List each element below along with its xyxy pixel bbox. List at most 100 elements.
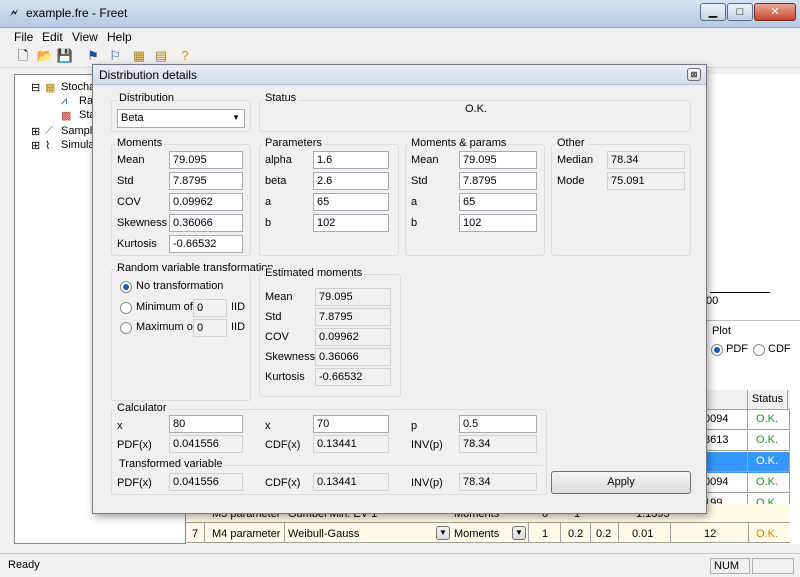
mp-row-label: Std: [411, 175, 428, 187]
title-bar: 🗲 example.fre - Freet ▁ □ ✕: [0, 0, 800, 28]
plot-axis-tick: 00: [706, 295, 719, 307]
params-row-label: a: [265, 196, 272, 208]
moments-row-value[interactable]: [169, 235, 243, 253]
row-number: 7: [192, 528, 199, 540]
tree-item-stochastic[interactable]: Stocha: [61, 81, 95, 93]
other-row-value: 75.091: [607, 172, 685, 190]
table-row[interactable]: 0094 O.K.: [704, 410, 790, 431]
params-row-label: beta: [265, 175, 287, 187]
maximize-button[interactable]: □: [727, 3, 753, 21]
row-name: M4 parameter: [212, 528, 281, 540]
mp-row-value[interactable]: [459, 151, 537, 169]
tree-item-simulation[interactable]: Simula: [61, 139, 95, 151]
calc-x2-input[interactable]: [313, 415, 389, 433]
cdf-radio[interactable]: [753, 344, 765, 356]
dialog-close-button[interactable]: ⊠: [687, 68, 701, 81]
row-value: 0094: [704, 410, 748, 430]
maximum-of-radio[interactable]: [120, 322, 132, 334]
t-inv-label: INV(p): [411, 477, 443, 489]
save-icon[interactable]: 💾: [56, 47, 74, 65]
pdf-radio[interactable]: [711, 344, 723, 356]
minimize-button[interactable]: ▁: [700, 3, 726, 21]
tree-expand-icon[interactable]: ⊟: [31, 81, 40, 94]
moments-row-label: Std: [117, 175, 134, 187]
distribution-select[interactable]: Beta ▼: [117, 109, 245, 128]
distribution-dropdown-icon[interactable]: ▼: [436, 526, 450, 540]
other-row-label: Median: [557, 154, 594, 166]
distribution-label: Distribution: [117, 92, 177, 104]
table-row[interactable]: 0094 O.K.: [704, 473, 790, 494]
col-divider: [204, 523, 205, 543]
calc-x-label: x: [117, 420, 123, 432]
calc-p-input[interactable]: [459, 415, 537, 433]
status-value: O.K.: [465, 103, 488, 115]
est-row-value: 79.095: [315, 288, 391, 306]
moments-row-value[interactable]: [169, 151, 243, 169]
menu-file[interactable]: File: [14, 30, 33, 44]
table-row[interactable]: 8613 O.K.: [704, 431, 790, 452]
est-row-label: Mean: [265, 291, 293, 303]
t-cdf-label: CDF(x): [265, 477, 301, 489]
separator: [217, 465, 543, 466]
moments-row-value[interactable]: [169, 193, 243, 211]
tree-expand-icon[interactable]: ⊞: [31, 125, 40, 138]
mp-row-label: a: [411, 196, 418, 208]
menu-view[interactable]: View: [72, 30, 98, 44]
moments-row-label: Kurtosis: [117, 238, 157, 250]
mp-row-value[interactable]: [459, 214, 537, 232]
table-row[interactable]: 7 M4 parameter Weibull-Gauss ▼ Moments ▼…: [186, 522, 790, 543]
help-icon[interactable]: ?: [176, 47, 194, 65]
minimum-of-radio[interactable]: [120, 302, 132, 314]
params-row-value[interactable]: [313, 214, 389, 232]
statistics-chart-icon[interactable]: ▤: [152, 47, 170, 65]
row-c4: 0.01: [632, 528, 654, 540]
menu-edit[interactable]: Edit: [42, 30, 63, 44]
random-variable-icon[interactable]: ⚑: [84, 47, 102, 65]
chevron-down-icon: ▼: [232, 113, 240, 122]
t-pdf-label: PDF(x): [117, 477, 152, 489]
row-c3: 0.2: [596, 528, 612, 540]
mp-row-value[interactable]: [459, 172, 537, 190]
col-divider: [590, 523, 591, 543]
params-row-value[interactable]: [313, 172, 389, 190]
moments-row-value[interactable]: [169, 214, 243, 232]
tree-item-random-variables[interactable]: Ra: [79, 95, 93, 107]
open-folder-icon[interactable]: 📂: [36, 47, 54, 65]
menu-help[interactable]: Help: [107, 30, 132, 44]
sampling-icon[interactable]: ⚐: [106, 47, 124, 65]
params-row-value[interactable]: [313, 193, 389, 211]
method-dropdown-icon[interactable]: ▼: [512, 526, 526, 540]
col-divider: [528, 523, 529, 543]
tree-item-sampling[interactable]: Sampli: [61, 125, 95, 137]
maximum-of-count-field[interactable]: 0: [193, 319, 227, 337]
moments-row-label: Mean: [117, 154, 145, 166]
close-button[interactable]: ✕: [754, 3, 796, 21]
status-text: Ready: [8, 559, 40, 571]
status-bar: Ready NUM: [0, 553, 800, 577]
stochastic-icon: ▦: [45, 82, 56, 94]
simulation-chart-icon[interactable]: ▦: [130, 47, 148, 65]
table-row[interactable]: O.K.: [704, 452, 790, 473]
mp-row-value[interactable]: [459, 193, 537, 211]
calc-x-input[interactable]: [169, 415, 243, 433]
minimum-of-count-field[interactable]: 0: [193, 299, 227, 317]
num-lock-indicator: NUM: [710, 558, 750, 574]
tree-expand-icon[interactable]: ⊞: [31, 139, 40, 152]
est-row-label: Std: [265, 311, 282, 323]
grid-header-value: [704, 390, 748, 410]
est-row-label: Kurtosis: [265, 371, 305, 383]
status-cell: [752, 558, 794, 574]
moments-row-value[interactable]: [169, 172, 243, 190]
apply-button[interactable]: Apply: [551, 471, 691, 494]
new-file-icon[interactable]: 🗋: [14, 47, 32, 65]
mp-row-label: b: [411, 217, 418, 229]
calc-cdf-label: CDF(x): [265, 439, 301, 451]
est-row-value: 0.36066: [315, 348, 391, 366]
pdf-curve-tail: [710, 292, 770, 293]
est-row-label: Skewness: [265, 351, 316, 363]
parameters-label: Parameters: [263, 137, 324, 149]
app-icon: 🗲: [9, 5, 19, 20]
params-row-value[interactable]: [313, 151, 389, 169]
no-transformation-radio[interactable]: [120, 281, 132, 293]
dialog-title-bar: Distribution details ⊠: [93, 65, 706, 85]
